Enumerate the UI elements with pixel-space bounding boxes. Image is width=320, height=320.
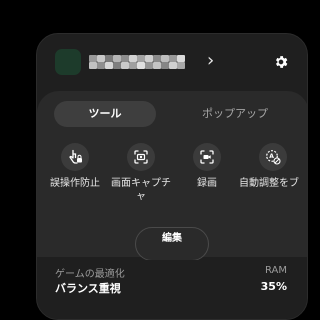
tools-panel: ツール ポップアップ 誤操作防止 画面キャプチャ 録画 A 自動調整をブ 編集 xyxy=(37,91,307,261)
auto-adjust-block-icon: A xyxy=(266,150,281,165)
touch-lock-icon xyxy=(69,149,82,164)
tool-label: 画面キャプチャ xyxy=(111,178,171,202)
tab-tools[interactable]: ツール xyxy=(54,101,156,127)
tab-bar: ツール ポップアップ xyxy=(54,101,292,127)
optimization-label: ゲームの最適化 xyxy=(55,269,125,280)
redacted-account-name xyxy=(89,55,185,69)
tool-label: 自動調整をブ xyxy=(239,178,299,189)
tool-auto-adjust-block[interactable]: A 自動調整をブ xyxy=(239,143,305,203)
optimization-value[interactable]: バランス重視 xyxy=(55,280,121,296)
game-booster-card: › ツール ポップアップ 誤操作防止 画面キャプチャ 録画 A 自動調整をブ 編… xyxy=(36,33,308,320)
profile-header[interactable]: › xyxy=(55,46,293,78)
screen-record-icon xyxy=(200,150,214,164)
ram-label: RAM xyxy=(264,265,287,276)
status-footer: ゲームの最適化 バランス重視 RAM 35% xyxy=(37,260,307,319)
tab-popup[interactable]: ポップアップ xyxy=(184,101,286,127)
tool-grid: 誤操作防止 画面キャプチャ 録画 A 自動調整をブ xyxy=(37,143,307,203)
tool-label: 誤操作防止 xyxy=(50,178,100,189)
tool-screen-capture[interactable]: 画面キャプチャ xyxy=(109,143,173,203)
avatar[interactable] xyxy=(55,49,81,75)
tool-touch-lock[interactable]: 誤操作防止 xyxy=(43,143,107,203)
tool-label: 録画 xyxy=(197,178,217,189)
tool-screen-record[interactable]: 録画 xyxy=(175,143,239,203)
edit-button[interactable]: 編集 xyxy=(135,227,209,261)
chevron-right-icon[interactable]: › xyxy=(207,50,219,72)
screen-capture-icon xyxy=(134,150,148,164)
ram-value: 35% xyxy=(260,280,287,293)
svg-text:A: A xyxy=(269,153,274,160)
gear-icon[interactable] xyxy=(273,54,289,70)
